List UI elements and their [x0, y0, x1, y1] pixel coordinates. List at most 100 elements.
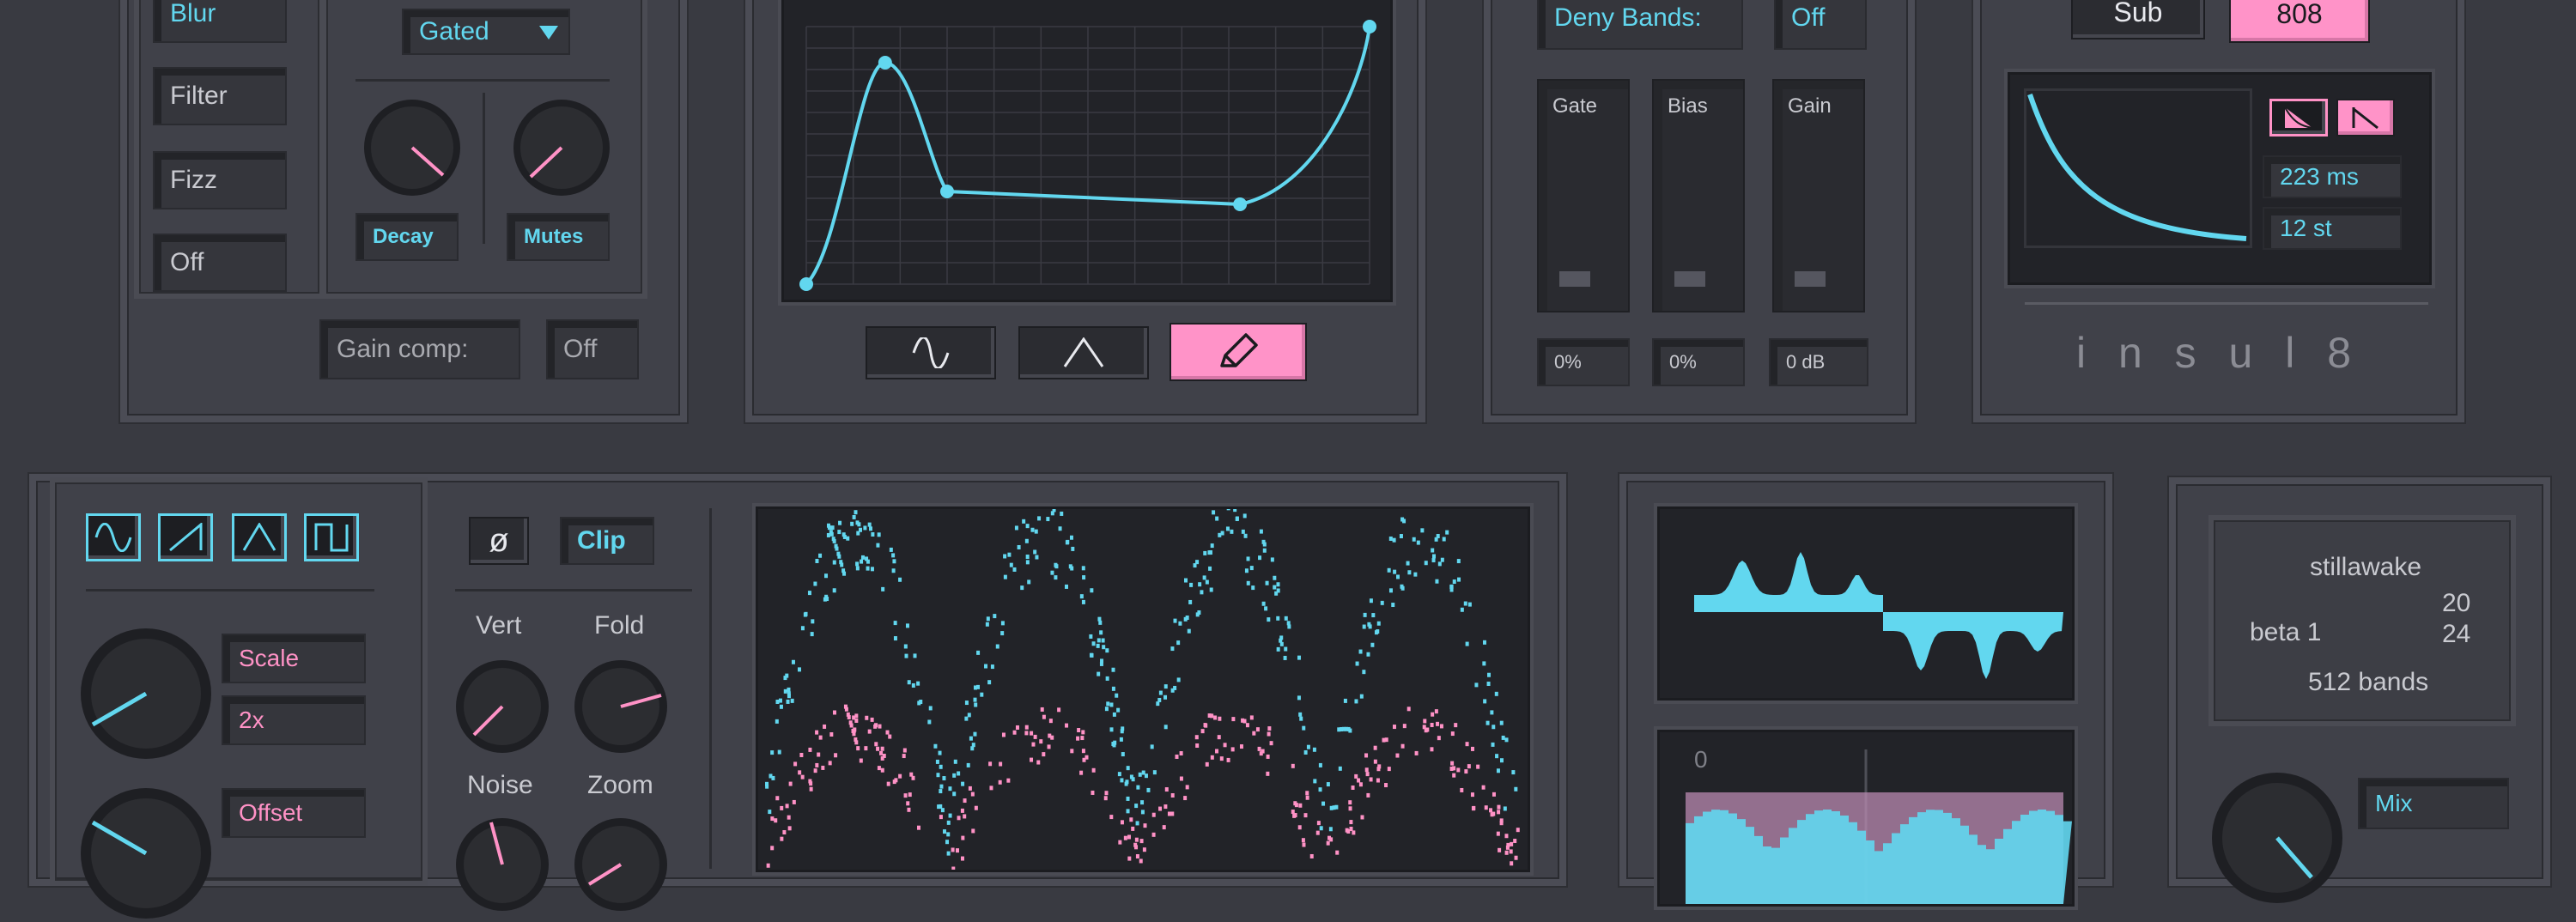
curve-tool-sine[interactable] — [866, 326, 996, 379]
gain-fader-thumb[interactable] — [1795, 271, 1826, 287]
synth-panel: Sub 808 223 ms 12 st i n s u l 8 — [1980, 0, 2458, 416]
curve-graph[interactable] — [784, 0, 1390, 300]
square-wave-icon — [314, 523, 349, 552]
bands-panel: Deny Bands: Off Gate Bias Gain 0% 0% 0 d… — [1491, 0, 1908, 416]
mix-label: Mix — [2358, 778, 2509, 829]
wave-saw-button[interactable] — [158, 513, 213, 561]
info-display: stillawake beta 1 20 24 512 bands — [2214, 520, 2511, 721]
info-panel: stillawake beta 1 20 24 512 bands Mix — [2176, 484, 2543, 903]
deny-bands-label: Deny Bands: — [1537, 0, 1743, 50]
gate-mode-value: Gated — [419, 17, 489, 45]
linear-shape-icon — [2352, 107, 2379, 130]
saw-wave-icon — [169, 523, 203, 552]
wave-triangle-button[interactable] — [232, 513, 287, 561]
band-waveform — [1694, 552, 2063, 679]
mode-item-off[interactable]: Off — [153, 234, 287, 292]
gate-fader-label: Gate — [1552, 94, 1598, 118]
waveform-display — [1657, 506, 2075, 701]
scale-knob[interactable] — [77, 625, 215, 762]
mutes-label: Mutes — [507, 213, 610, 261]
zoom-knob[interactable] — [572, 816, 670, 913]
scope-trace-pink — [766, 704, 1520, 890]
gate-fader[interactable]: Gate — [1537, 79, 1630, 312]
band-wave-upper — [1694, 552, 1883, 612]
gate-value: 0% — [1537, 338, 1630, 386]
linear-shape-button[interactable] — [2336, 99, 2395, 136]
gate-mode-dropdown[interactable]: Gated — [402, 9, 570, 55]
vert-knob[interactable] — [453, 658, 551, 755]
mode-item-fizz[interactable]: Fizz — [153, 151, 287, 209]
bias-fader[interactable]: Bias — [1652, 79, 1745, 312]
noise-knob[interactable] — [453, 816, 551, 913]
insul8-logo: i n s u l 8 — [2075, 329, 2362, 377]
envelope-curve — [2027, 94, 2247, 241]
info-number-a: 20 — [2442, 589, 2471, 617]
band-wave-lower — [1883, 612, 2063, 679]
sub-button[interactable]: Sub — [2071, 0, 2205, 39]
plugin-name: stillawake — [2310, 553, 2422, 581]
envelope-display: 223 ms 12 st — [2008, 72, 2432, 285]
decay-time-value[interactable]: 223 ms — [2263, 155, 2402, 198]
vert-label: Vert — [476, 611, 522, 640]
mode-item-filter[interactable]: Filter — [153, 67, 287, 125]
wave-sine-button[interactable] — [86, 513, 141, 561]
phase-invert-button[interactable]: ø — [469, 517, 529, 565]
pitch-value[interactable]: 12 st — [2263, 207, 2402, 250]
spectrum-bars — [1686, 749, 2072, 904]
lfo-panel: Scale 2x Offset ø Clip Vert Fold Noise Z… — [36, 481, 1559, 919]
curve-point[interactable] — [1233, 197, 1248, 211]
logo-divider — [2025, 302, 2428, 305]
lfo-vertical-divider — [709, 508, 712, 869]
bias-fader-thumb[interactable] — [1674, 271, 1705, 287]
deny-bands-toggle[interactable]: Off — [1774, 0, 1867, 50]
gain-fader[interactable]: Gain — [1772, 79, 1865, 312]
offset-knob[interactable] — [77, 785, 215, 922]
curve-point[interactable] — [878, 56, 892, 70]
curve-tool-pencil[interactable] — [1170, 323, 1307, 381]
mutes-knob[interactable] — [510, 96, 613, 199]
mode-panel: Blur Filter Fizz Off Gated Decay Mutes G… — [127, 0, 680, 416]
pencil-icon — [1220, 333, 1258, 367]
info-number-b: 24 — [2442, 620, 2471, 648]
sine-icon — [912, 337, 950, 368]
decay-knob[interactable] — [361, 96, 464, 199]
waveform-divider — [86, 589, 374, 591]
mix-knob[interactable] — [2208, 769, 2346, 907]
curve-tool-triangle[interactable] — [1018, 326, 1149, 379]
wave-square-button[interactable] — [304, 513, 359, 561]
fold-label: Fold — [594, 611, 645, 640]
curve-point[interactable] — [1363, 20, 1376, 33]
oscilloscope-plot — [765, 499, 1520, 890]
fold-knob[interactable] — [572, 658, 670, 755]
curve-display[interactable] — [781, 0, 1393, 302]
gain-comp-label: Gain comp: — [319, 319, 520, 379]
clip-toggle[interactable]: Clip — [560, 517, 654, 565]
knob-divider — [483, 93, 485, 244]
clip-divider — [455, 589, 692, 591]
spectrum-panel: 0 — [1626, 481, 2105, 907]
preset-808-button[interactable]: 808 — [2229, 0, 2370, 43]
envelope-shape-icon — [2284, 106, 2313, 129]
decay-shape-button[interactable] — [2269, 99, 2328, 136]
scope-trace-cyan — [765, 499, 1518, 856]
spectrum-display: 0 — [1657, 730, 2075, 907]
bias-value: 0% — [1652, 338, 1745, 386]
gain-comp-toggle[interactable]: Off — [546, 319, 639, 379]
scale-label: Scale — [222, 634, 366, 683]
gain-fader-label: Gain — [1788, 94, 1832, 118]
offset-label: Offset — [222, 788, 366, 838]
version-label: beta 1 — [2250, 618, 2322, 646]
mode-item-blur[interactable]: Blur — [153, 0, 287, 43]
chevron-down-icon — [539, 26, 558, 39]
sine-wave-icon — [94, 523, 132, 552]
curve-point[interactable] — [799, 277, 813, 291]
gate-fader-thumb[interactable] — [1559, 271, 1590, 287]
decay-label: Decay — [355, 213, 459, 261]
gain-value: 0 dB — [1769, 338, 1868, 386]
bias-fader-label: Bias — [1668, 94, 1708, 118]
triangle-wave-icon — [242, 523, 276, 551]
triangle-icon — [1063, 337, 1104, 367]
curve-point[interactable] — [940, 185, 954, 198]
scale-value[interactable]: 2x — [222, 695, 366, 745]
curve-panel — [752, 0, 1419, 416]
